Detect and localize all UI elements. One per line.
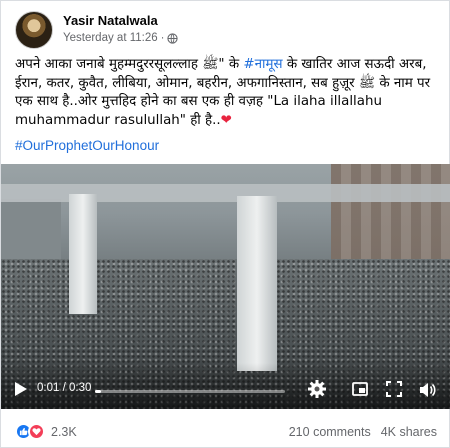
love-reaction-icon bbox=[28, 423, 45, 440]
progress-bar[interactable] bbox=[95, 390, 285, 393]
post-text-part1: अपने आका जनाबे मुहम्मदुररसूलल्लाह ﷺ" के bbox=[15, 57, 244, 72]
engagement-stats: 210 comments 4K shares bbox=[289, 425, 437, 439]
current-time: 0:01 bbox=[37, 382, 60, 394]
video-controls: 0:01 / 0:30 bbox=[1, 363, 450, 409]
globe-icon[interactable] bbox=[167, 32, 179, 44]
overpass-pillar bbox=[237, 196, 277, 371]
background-building bbox=[331, 164, 450, 274]
fullscreen-icon[interactable] bbox=[385, 380, 403, 398]
shares-count[interactable]: 4K shares bbox=[381, 425, 437, 439]
duration: 0:30 bbox=[68, 382, 92, 394]
avatar[interactable] bbox=[15, 11, 53, 49]
post-text: अपने आका जनाबे मुहम्मदुररसूलल्लाह ﷺ" के … bbox=[15, 56, 440, 130]
post-header: Yasir Natalwala Yesterday at 11:26 · bbox=[15, 11, 435, 51]
post-meta: Yesterday at 11:26 · bbox=[63, 32, 179, 44]
volume-icon[interactable] bbox=[417, 380, 437, 400]
hashtag-namoos[interactable]: #नामूस bbox=[243, 57, 282, 72]
meta-separator: · bbox=[160, 32, 165, 44]
expand-icon[interactable] bbox=[351, 380, 369, 398]
reaction-count: 2.3K bbox=[51, 424, 77, 439]
video-player[interactable]: 0:01 / 0:30 bbox=[1, 164, 450, 409]
settings-gear-icon[interactable] bbox=[307, 379, 327, 399]
hashtag-our-prophet[interactable]: #OurProphetOurHonour bbox=[15, 138, 159, 153]
comments-count[interactable]: 210 comments bbox=[289, 425, 371, 439]
reactions-summary[interactable]: 2.3K bbox=[15, 423, 77, 440]
thumbs-up-icon bbox=[19, 427, 28, 436]
author-name[interactable]: Yasir Natalwala bbox=[63, 13, 158, 28]
post-timestamp[interactable]: Yesterday at 11:26 bbox=[63, 32, 158, 44]
progress-fill bbox=[95, 390, 102, 393]
heart-icon bbox=[32, 428, 41, 436]
play-icon[interactable] bbox=[15, 382, 27, 396]
post-footer: 2.3K 210 comments 4K shares bbox=[1, 415, 450, 448]
video-time: 0:01 / 0:30 bbox=[37, 382, 91, 394]
heart-emoji: ❤ bbox=[220, 112, 232, 128]
facebook-post: Yasir Natalwala Yesterday at 11:26 · अपन… bbox=[0, 0, 450, 448]
overpass-pillar bbox=[69, 194, 97, 314]
time-separator: / bbox=[59, 382, 69, 394]
